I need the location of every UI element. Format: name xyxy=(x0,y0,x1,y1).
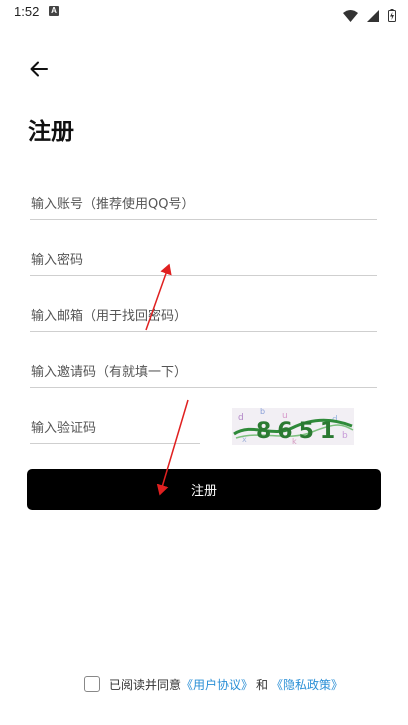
privacy-policy-link[interactable]: 《隐私政策》 xyxy=(271,676,343,693)
user-agreement-link[interactable]: 《用户协议》 xyxy=(181,676,253,693)
captcha-graphic: d b u d b k x 8651 xyxy=(232,408,354,445)
register-button-label: 注册 xyxy=(190,484,217,499)
account-input[interactable] xyxy=(30,189,378,219)
status-bar: 1:52 A xyxy=(0,0,408,24)
battery-icon xyxy=(388,9,396,22)
agreement-row: 已阅读并同意 《用户协议》 和 《隐私政策》 xyxy=(84,675,343,693)
captcha-field-container xyxy=(30,413,201,444)
cellular-signal-icon xyxy=(366,9,379,22)
password-input[interactable] xyxy=(30,245,378,275)
agreement-checkbox[interactable] xyxy=(84,676,100,692)
svg-text:b: b xyxy=(260,408,265,416)
page-title: 注册 xyxy=(28,119,74,145)
svg-text:d: d xyxy=(238,413,244,423)
arrow-left-icon xyxy=(30,61,48,77)
agreement-prefix: 已阅读并同意 xyxy=(109,677,182,692)
register-button[interactable]: 注册 xyxy=(27,469,381,510)
invite-code-field-container xyxy=(30,357,378,388)
password-field-container xyxy=(30,245,378,276)
wifi-icon xyxy=(342,9,358,22)
status-icons xyxy=(339,5,396,22)
captcha-input[interactable] xyxy=(30,413,201,443)
back-button[interactable] xyxy=(26,56,52,82)
email-field-container xyxy=(30,301,378,332)
email-input[interactable] xyxy=(30,301,378,331)
captcha-text: 8651 xyxy=(256,419,341,444)
notification-a-icon: A xyxy=(49,6,59,16)
invite-code-input[interactable] xyxy=(30,357,378,387)
svg-text:b: b xyxy=(342,431,348,441)
account-field-container xyxy=(30,189,378,220)
agreement-conjunction: 和 xyxy=(256,677,269,692)
status-time: 1:52 xyxy=(14,4,40,19)
captcha-image[interactable]: d b u d b k x 8651 xyxy=(232,408,354,445)
